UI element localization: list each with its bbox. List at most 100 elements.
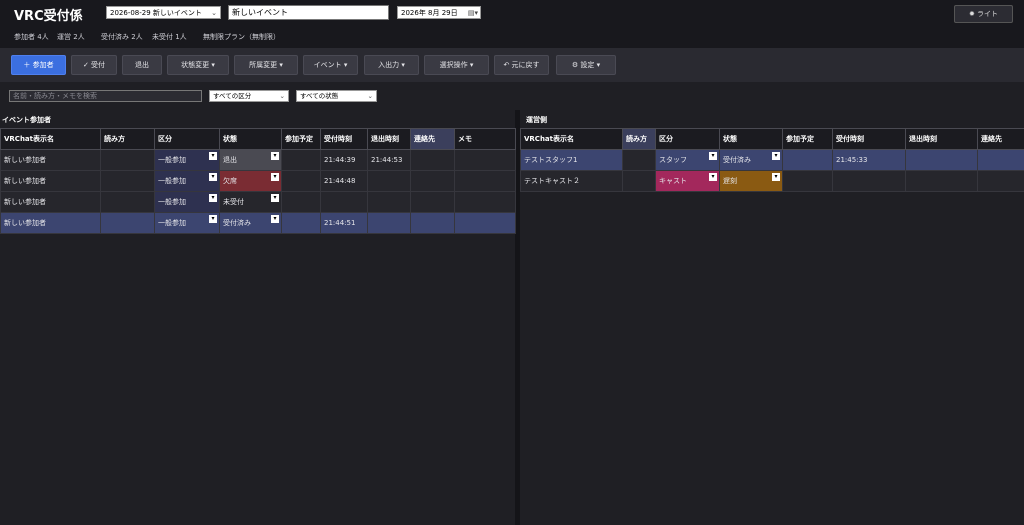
dropdown-icon[interactable]: ▾ <box>709 152 717 160</box>
participant-planned[interactable] <box>281 212 321 234</box>
col-header-checkin-time[interactable]: 受付時刻 <box>320 128 368 150</box>
staff-contact[interactable] <box>977 170 1024 192</box>
participant-name[interactable]: 新しい参加者 <box>0 149 101 171</box>
affiliation-change-button[interactable]: 所属変更 ▾ <box>234 55 298 75</box>
status-filter-select[interactable]: すべての状態 ⌄ <box>296 90 377 102</box>
participant-contact[interactable] <box>410 212 455 234</box>
gear-icon: ⚙ <box>571 61 579 69</box>
participant-memo[interactable] <box>454 212 516 234</box>
participant-reading[interactable] <box>100 170 155 192</box>
event-select[interactable]: 2026-08-29 新しいイベント ⌄ <box>106 6 221 19</box>
participant-reading[interactable] <box>100 191 155 213</box>
col-header-category[interactable]: 区分 <box>655 128 720 150</box>
participant-contact[interactable] <box>410 149 455 171</box>
participant-status[interactable]: 未受付 ▾ <box>219 191 282 213</box>
status-change-button[interactable]: 状態変更 ▾ <box>167 55 229 75</box>
staff-reading[interactable] <box>622 170 656 192</box>
col-header-leave-time[interactable]: 退出時刻 <box>367 128 411 150</box>
table-row[interactable]: 新しい参加者 一般参加 ▾ 欠席 ▾ 21:44:48 <box>0 170 516 192</box>
participant-status[interactable]: 受付済み ▾ <box>219 212 282 234</box>
col-header-contact[interactable]: 連絡先 <box>410 128 455 150</box>
dropdown-icon[interactable]: ▾ <box>271 152 279 160</box>
import-export-button[interactable]: 入出力 ▾ <box>364 55 419 75</box>
dropdown-icon[interactable]: ▾ <box>709 173 717 181</box>
table-row[interactable]: 新しい参加者 一般参加 ▾ 受付済み ▾ 21:44:51 <box>0 212 516 234</box>
participant-memo[interactable] <box>454 170 516 192</box>
participant-category[interactable]: 一般参加 ▾ <box>154 170 220 192</box>
col-header-contact[interactable]: 連絡先 <box>977 128 1024 150</box>
dropdown-icon[interactable]: ▾ <box>772 173 780 181</box>
col-header-category[interactable]: 区分 <box>154 128 220 150</box>
participant-contact[interactable] <box>410 170 455 192</box>
dropdown-icon[interactable]: ▾ <box>271 194 279 202</box>
dropdown-icon[interactable]: ▾ <box>772 152 780 160</box>
table-row[interactable]: テストキャスト２ キャスト ▾ 遅刻 ▾ <box>520 170 1024 192</box>
check-in-button[interactable]: ✓ 受付 <box>71 55 117 75</box>
participant-memo[interactable] <box>454 191 516 213</box>
staff-planned[interactable] <box>782 149 833 171</box>
status-value: 受付済み <box>223 219 251 227</box>
event-date-input[interactable]: 2026年 8月 29日 ▤▾ <box>397 6 481 19</box>
col-header-checkin-time[interactable]: 受付時刻 <box>832 128 906 150</box>
staff-checkin-time <box>832 170 906 192</box>
dropdown-icon[interactable]: ▾ <box>209 152 217 160</box>
participant-planned[interactable] <box>281 191 321 213</box>
event-name-input[interactable]: 新しいイベント <box>228 5 389 20</box>
table-row[interactable]: 新しい参加者 一般参加 ▾ 未受付 ▾ <box>0 191 516 213</box>
staff-contact[interactable] <box>977 149 1024 171</box>
theme-toggle-button[interactable]: ✹ ライト <box>954 5 1013 23</box>
col-header-leave-time[interactable]: 退出時刻 <box>905 128 978 150</box>
category-filter-select[interactable]: すべての区分 ⌄ <box>209 90 289 102</box>
participant-status[interactable]: 欠席 ▾ <box>219 170 282 192</box>
participant-name[interactable]: 新しい参加者 <box>0 212 101 234</box>
col-header-reading[interactable]: 読み方 <box>622 128 656 150</box>
col-header-memo[interactable]: メモ <box>454 128 516 150</box>
participant-name[interactable]: 新しい参加者 <box>0 191 101 213</box>
participant-leave-time <box>367 212 411 234</box>
participant-category[interactable]: 一般参加 ▾ <box>154 191 220 213</box>
col-header-status[interactable]: 状態 <box>719 128 783 150</box>
staff-reading[interactable] <box>622 149 656 171</box>
staff-status[interactable]: 遅刻 ▾ <box>719 170 783 192</box>
sun-icon: ✹ <box>968 10 975 18</box>
calendar-icon[interactable]: ▤▾ <box>468 7 478 20</box>
selection-ops-button[interactable]: 選択操作 ▾ <box>424 55 489 75</box>
event-menu-button[interactable]: イベント ▾ <box>303 55 358 75</box>
table-row[interactable]: テストスタッフ1 スタッフ ▾ 受付済み ▾ 21:45:33 <box>520 149 1024 171</box>
participant-planned[interactable] <box>281 149 321 171</box>
dropdown-icon[interactable]: ▾ <box>209 215 217 223</box>
participant-reading[interactable] <box>100 149 155 171</box>
dropdown-icon[interactable]: ▾ <box>271 173 279 181</box>
participant-planned[interactable] <box>281 170 321 192</box>
staff-category[interactable]: スタッフ ▾ <box>655 149 720 171</box>
leave-button[interactable]: 退出 <box>122 55 162 75</box>
staff-planned[interactable] <box>782 170 833 192</box>
participant-name[interactable]: 新しい参加者 <box>0 170 101 192</box>
participant-status[interactable]: 退出 ▾ <box>219 149 282 171</box>
col-header-name[interactable]: VRChat表示名 <box>0 128 101 150</box>
table-row[interactable]: 新しい参加者 一般参加 ▾ 退出 ▾ 21:44:39 21:44:53 <box>0 149 516 171</box>
staff-status[interactable]: 受付済み ▾ <box>719 149 783 171</box>
add-participant-button[interactable]: ＋ 参加者 <box>11 55 66 75</box>
staff-category[interactable]: キャスト ▾ <box>655 170 720 192</box>
event-menu-label: イベント <box>313 61 342 69</box>
col-header-planned[interactable]: 参加予定 <box>281 128 321 150</box>
col-header-name[interactable]: VRChat表示名 <box>520 128 623 150</box>
participant-category[interactable]: 一般参加 ▾ <box>154 212 220 234</box>
dropdown-icon[interactable]: ▾ <box>271 215 279 223</box>
participant-reading[interactable] <box>100 212 155 234</box>
undo-button[interactable]: ↶ 元に戻す <box>494 55 549 75</box>
participant-category[interactable]: 一般参加 ▾ <box>154 149 220 171</box>
participant-memo[interactable] <box>454 149 516 171</box>
dropdown-icon[interactable]: ▾ <box>209 194 217 202</box>
participant-contact[interactable] <box>410 191 455 213</box>
search-input[interactable]: 名前・読み方・メモを検索 <box>9 90 202 102</box>
staff-name[interactable]: テストキャスト２ <box>520 170 623 192</box>
col-header-status[interactable]: 状態 <box>219 128 282 150</box>
col-header-reading[interactable]: 読み方 <box>100 128 155 150</box>
col-header-planned[interactable]: 参加予定 <box>782 128 833 150</box>
settings-button[interactable]: ⚙ 設定 ▾ <box>556 55 616 75</box>
dropdown-icon[interactable]: ▾ <box>209 173 217 181</box>
selection-ops-label: 選択操作 <box>439 61 468 69</box>
staff-name[interactable]: テストスタッフ1 <box>520 149 623 171</box>
